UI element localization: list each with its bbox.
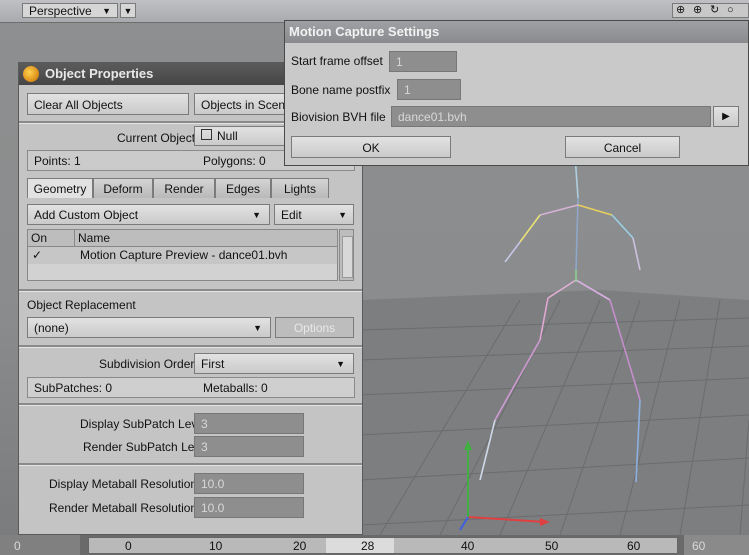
move-view-icon[interactable]: ⊕ xyxy=(676,3,685,18)
maximize-view-icon[interactable]: ○ xyxy=(727,3,734,18)
render-subpatch-label: Render SubPatch Level xyxy=(83,440,210,454)
view-options-button[interactable]: ▼ xyxy=(120,3,136,18)
polygons-count: Polygons: 0 xyxy=(203,154,266,168)
view-mode-label: Perspective xyxy=(29,4,92,18)
current-object-label: Current Object xyxy=(117,131,196,145)
edit-dropdown[interactable]: Edit ▼ xyxy=(274,204,354,225)
panel-title: Object Properties xyxy=(45,66,154,81)
current-object-value: Null xyxy=(217,129,238,143)
tab-edges[interactable]: Edges xyxy=(215,178,271,198)
timeline-slider[interactable]: 0 10 20 28 40 50 60 xyxy=(88,537,678,554)
dialog-title[interactable]: Motion Capture Settings xyxy=(285,21,748,43)
object-replacement-label: Object Replacement xyxy=(27,298,136,312)
display-subpatch-field[interactable]: 3 xyxy=(194,413,304,434)
tick-label: 10 xyxy=(209,539,223,553)
bone-postfix-field[interactable]: 1 xyxy=(397,79,461,100)
timeline-start: 0 xyxy=(14,539,21,553)
ok-button[interactable]: OK xyxy=(291,136,451,158)
display-metaball-label: Display Metaball Resolution xyxy=(49,477,198,491)
clear-all-objects-button[interactable]: Clear All Objects xyxy=(27,93,189,115)
lightwave-logo-icon xyxy=(23,66,39,82)
start-frame-field[interactable]: 1 xyxy=(389,51,457,72)
subdivision-order-value: First xyxy=(201,357,225,371)
tick-label: 0 xyxy=(125,539,132,553)
null-object-icon xyxy=(201,129,212,140)
tab-deform[interactable]: Deform xyxy=(93,178,153,198)
tick-label: 40 xyxy=(461,539,475,553)
divider xyxy=(19,463,362,466)
subdivision-order-dropdown[interactable]: First ▼ xyxy=(194,353,354,374)
tick-label: 50 xyxy=(545,539,559,553)
display-metaball-field[interactable]: 10.0 xyxy=(194,473,304,494)
zoom-view-icon[interactable]: ↻ xyxy=(710,3,719,18)
custom-object-list: On Name ✓ Motion Capture Preview - dance… xyxy=(27,229,338,281)
add-custom-object-label: Add Custom Object xyxy=(34,208,139,222)
bvh-file-field[interactable]: dance01.bvh xyxy=(391,106,711,127)
property-tabs: Geometry Deform Render Edges Lights xyxy=(27,178,357,198)
list-header-on: On xyxy=(31,231,48,245)
timeline-end: 60 xyxy=(692,539,706,553)
subpatches-count: SubPatches: 0 xyxy=(34,381,113,395)
chevron-down-icon: ▼ xyxy=(336,359,345,369)
chevron-down-icon: ▼ xyxy=(253,323,262,333)
tab-geometry[interactable]: Geometry xyxy=(27,178,93,198)
list-header-name: Name xyxy=(74,230,110,246)
scrollbar-thumb[interactable] xyxy=(342,236,353,278)
tick-label: 60 xyxy=(627,539,641,553)
current-frame-label: 28 xyxy=(361,539,375,553)
divider xyxy=(19,289,362,292)
checkmark-icon[interactable]: ✓ xyxy=(32,247,42,264)
tab-lights[interactable]: Lights xyxy=(271,178,329,198)
chevron-down-icon: ▼ xyxy=(252,210,261,220)
display-subpatch-label: Display SubPatch Level xyxy=(80,417,207,431)
metaballs-count: Metaballs: 0 xyxy=(203,381,268,395)
add-custom-object-dropdown[interactable]: Add Custom Object ▼ xyxy=(27,204,270,225)
bone-postfix-label: Bone name postfix xyxy=(291,83,391,97)
list-item-name: Motion Capture Preview - dance01.bvh xyxy=(80,248,288,262)
start-frame-box[interactable]: 0 xyxy=(0,535,80,555)
edit-label: Edit xyxy=(281,208,302,222)
tab-render[interactable]: Render xyxy=(153,178,215,198)
timeline-bar: 0 0 10 20 28 40 50 60 60 xyxy=(0,535,749,555)
list-item[interactable]: ✓ Motion Capture Preview - dance01.bvh xyxy=(28,247,337,264)
tick-label: 20 xyxy=(293,539,307,553)
replacement-value: (none) xyxy=(34,321,69,335)
points-count: Points: 1 xyxy=(34,154,81,168)
list-header: On Name xyxy=(28,230,337,247)
render-metaball-label: Render Metaball Resolution xyxy=(49,501,198,515)
rotate-view-icon[interactable]: ⊕ xyxy=(693,3,702,18)
render-metaball-field[interactable]: 10.0 xyxy=(194,497,304,518)
end-frame-box[interactable]: 60 xyxy=(684,535,749,555)
browse-file-button[interactable]: ▶ xyxy=(713,106,739,127)
viewport-nav-controls: ⊕ ⊕ ↻ ○ xyxy=(672,3,749,18)
chevron-down-icon: ▼ xyxy=(102,6,111,16)
subdivision-stats: SubPatches: 0 Metaballs: 0 xyxy=(27,377,355,398)
object-replacement-dropdown[interactable]: (none) ▼ xyxy=(27,317,271,338)
cancel-button[interactable]: Cancel xyxy=(565,136,680,158)
list-scrollbar[interactable] xyxy=(339,229,354,281)
divider xyxy=(19,345,362,348)
chevron-down-icon: ▼ xyxy=(123,6,133,16)
motion-capture-dialog: Motion Capture Settings Start frame offs… xyxy=(284,20,749,166)
start-frame-label: Start frame offset xyxy=(291,54,383,68)
view-mode-dropdown[interactable]: Perspective ▼ xyxy=(22,3,118,18)
divider xyxy=(19,403,362,406)
current-frame-indicator[interactable] xyxy=(326,538,394,553)
chevron-down-icon: ▼ xyxy=(338,210,347,220)
bvh-file-label: Biovision BVH file xyxy=(291,110,386,124)
subdivision-order-label: Subdivision Order xyxy=(99,357,195,371)
play-arrow-icon: ▶ xyxy=(722,111,730,122)
render-subpatch-field[interactable]: 3 xyxy=(194,436,304,457)
options-button[interactable]: Options xyxy=(275,317,354,338)
